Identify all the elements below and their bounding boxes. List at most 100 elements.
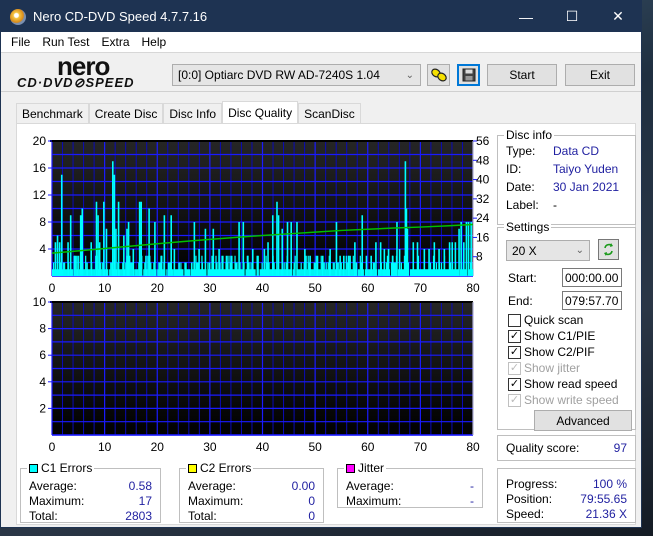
c1-bar xyxy=(127,222,130,276)
c2-maximum-label: Maximum: xyxy=(188,494,244,508)
save-button[interactable] xyxy=(457,64,480,86)
drive-select-value: [0:0] Optiarc DVD RW AD-7240S 1.04 xyxy=(178,68,380,82)
drive-select[interactable]: [0:0] Optiarc DVD RW AD-7240S 1.04 ⌄ xyxy=(172,64,421,86)
speed-select[interactable]: 20 X ⌄ xyxy=(506,240,590,261)
c1-bar xyxy=(154,222,156,276)
c1-bar xyxy=(290,222,292,276)
y-tick-label: 4 xyxy=(39,375,46,389)
tab-benchmark[interactable]: Benchmark xyxy=(16,103,89,124)
tab-scandisc[interactable]: ScanDisc xyxy=(298,103,361,124)
app-window: Nero CD-DVD Speed 4.7.7.16 — ☐ ✕ File Ru… xyxy=(0,0,642,528)
c1-bar xyxy=(316,255,319,276)
c1-bar xyxy=(225,255,228,276)
c1-bar xyxy=(172,269,174,276)
disc-type-label: Type: xyxy=(506,144,536,158)
start-button[interactable]: Start xyxy=(487,64,557,86)
quality-score-value: 97 xyxy=(613,441,627,455)
c1-title: C1 Errors xyxy=(41,461,93,475)
tab-disc-quality[interactable]: Disc Quality xyxy=(222,101,299,124)
show-write-speed-checkbox: ✓ Show write speed xyxy=(508,393,619,407)
c1-bar xyxy=(208,262,211,276)
show-c2-pif-checkbox[interactable]: ✓ Show C2/PIF xyxy=(508,345,595,359)
jitter-color-swatch xyxy=(346,463,355,473)
c1-bar xyxy=(348,255,350,276)
c1-bar xyxy=(148,208,150,276)
c1-bar xyxy=(343,255,345,276)
c1-bar xyxy=(111,161,114,276)
advanced-button[interactable]: Advanced xyxy=(534,410,632,431)
c1-bar xyxy=(378,269,380,276)
c1-errors-chart: 481216200 10 20 30 40 50 60 70 808162432404856 xyxy=(33,134,490,294)
title-bar: Nero CD-DVD Speed 4.7.7.16 — ☐ ✕ xyxy=(1,1,641,32)
check-icon: ✓ xyxy=(508,361,521,375)
menu-file[interactable]: File xyxy=(5,35,36,49)
c1-bar xyxy=(365,255,368,276)
c1-bar xyxy=(72,269,74,276)
c1-bar xyxy=(412,242,415,276)
disc-date-value: 30 Jan 2021 xyxy=(553,180,620,194)
c1-average-value: 0.58 xyxy=(128,479,152,493)
progress-label: Progress: xyxy=(506,477,558,491)
menu-run-test[interactable]: Run Test xyxy=(36,35,95,49)
refresh-speed-button[interactable] xyxy=(598,239,619,260)
x-tick-label: 70 xyxy=(414,281,428,294)
c1-bar xyxy=(329,249,331,276)
c1-bar xyxy=(379,242,382,276)
tab-disc-info[interactable]: Disc Info xyxy=(163,103,223,124)
logo-cd-dvd-speed-text: CD·DVD⊘SPEED xyxy=(17,75,135,90)
c1-bar xyxy=(173,249,176,276)
y2-tick-label: 40 xyxy=(476,173,490,187)
refresh-icon xyxy=(604,243,613,256)
y2-tick-label: 24 xyxy=(476,211,490,225)
x-tick-label: 20 xyxy=(151,440,165,454)
tab-create-disc[interactable]: Create Disc xyxy=(88,103,164,124)
c1-bar xyxy=(178,262,180,276)
chevron-down-icon: ⌄ xyxy=(575,245,584,256)
c1-bar xyxy=(97,215,99,276)
c1-bar xyxy=(218,249,220,276)
c1-bar xyxy=(193,222,196,276)
jitter-average-value: - xyxy=(470,479,474,493)
c1-bar xyxy=(212,228,215,276)
c1-total-label: Total: xyxy=(29,509,58,523)
c1-bar xyxy=(277,215,280,276)
disc-label-value: - xyxy=(553,198,557,212)
menu-extra[interactable]: Extra xyxy=(95,35,135,49)
c1-bar xyxy=(276,201,278,276)
disc-id-value: Taiyo Yuden xyxy=(553,162,619,176)
settings-group: Settings 20 X ⌄ Start: 000:00.00 End: 07… xyxy=(497,220,636,431)
c1-bar xyxy=(294,255,296,276)
y-tick-label: 8 xyxy=(39,215,46,229)
c1-bar xyxy=(126,228,128,276)
disc-info-button[interactable] xyxy=(427,64,450,86)
close-button[interactable]: ✕ xyxy=(595,1,641,32)
c1-bar xyxy=(423,249,426,276)
c1-bar xyxy=(361,215,364,276)
quick-scan-checkbox[interactable]: Quick scan xyxy=(508,313,583,327)
start-time-input[interactable]: 000:00.00 xyxy=(562,268,622,287)
x-tick-label: 80 xyxy=(466,440,480,454)
menu-help[interactable]: Help xyxy=(136,35,173,49)
show-jitter-checkbox: ✓ Show jitter xyxy=(508,361,581,375)
end-time-input[interactable]: 079:57.70 xyxy=(562,291,622,310)
show-read-speed-checkbox[interactable]: ✓ Show read speed xyxy=(508,377,617,391)
c1-bar xyxy=(54,242,57,276)
c1-bar xyxy=(163,215,166,276)
c1-bar xyxy=(90,242,93,276)
disc-type-value: Data CD xyxy=(553,144,600,158)
app-disc-icon xyxy=(10,8,26,25)
maximize-button[interactable]: ☐ xyxy=(549,1,595,32)
c1-bar xyxy=(304,249,306,276)
c1-bar xyxy=(123,235,125,276)
c1-bar xyxy=(465,222,468,276)
c1-bar xyxy=(138,201,141,276)
show-c1-pie-checkbox[interactable]: ✓ Show C1/PIE xyxy=(508,329,595,343)
exit-button[interactable]: Exit xyxy=(565,64,635,86)
toolbar: nero CD·DVD⊘SPEED [0:0] Optiarc DVD RW A… xyxy=(1,51,641,92)
progress-value: 100 % xyxy=(592,477,627,491)
minimize-button[interactable]: — xyxy=(503,1,549,32)
c1-bar xyxy=(76,255,78,276)
x-tick-label: 70 xyxy=(414,440,428,454)
c1-bar xyxy=(251,249,254,276)
c1-bar xyxy=(201,262,204,276)
